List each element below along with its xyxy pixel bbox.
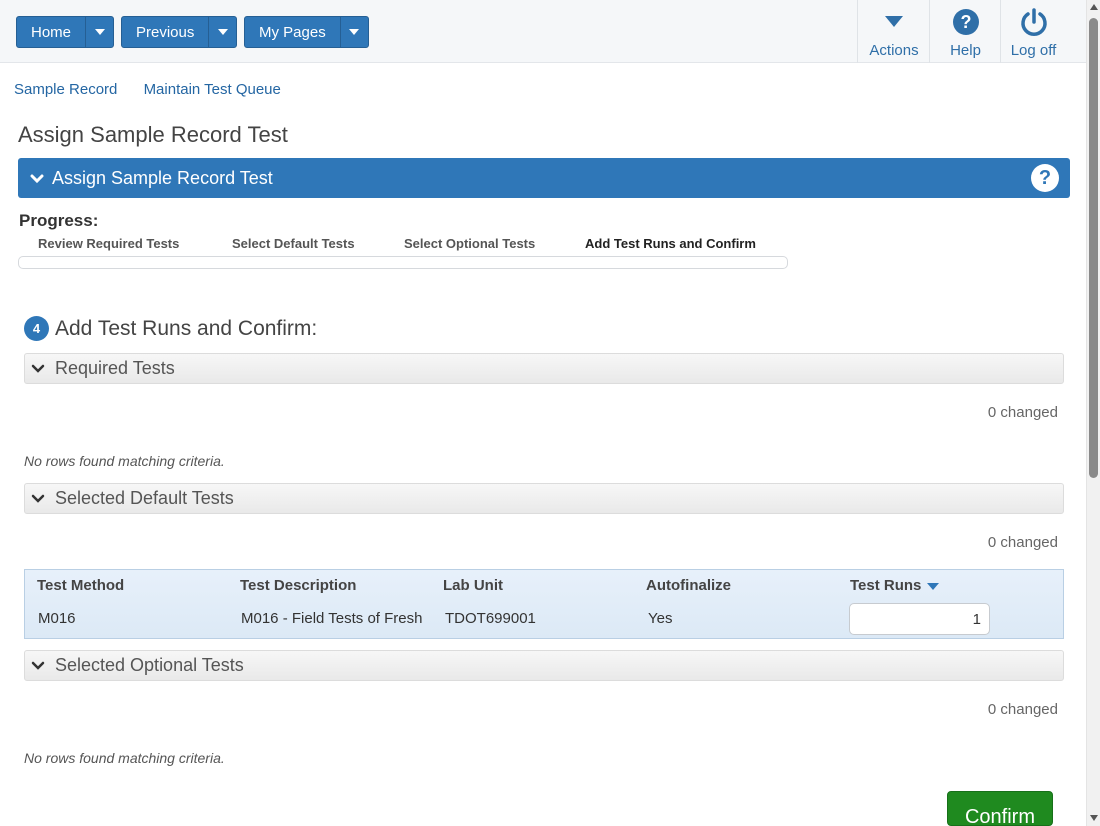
help-label: Help [950, 42, 981, 59]
default-tests-title: Selected Default Tests [55, 488, 234, 508]
step-title: Add Test Runs and Confirm: [55, 316, 318, 340]
optional-tests-section[interactable]: Selected Optional Tests [24, 650, 1064, 681]
progress-label: Progress: [19, 211, 99, 230]
previous-button-label: Previous [136, 23, 195, 41]
logoff-button[interactable]: Log off [1000, 0, 1066, 63]
help-icon: ? [952, 4, 980, 40]
step-select-default-tests: Select Default Tests [232, 236, 355, 251]
step-number-badge: 4 [24, 316, 49, 341]
logoff-label: Log off [1010, 42, 1057, 59]
chevron-down-icon [31, 358, 45, 379]
scroll-down-arrow-icon[interactable] [1090, 815, 1098, 821]
scroll-up-arrow-icon[interactable] [1090, 4, 1098, 10]
step-add-test-runs: Add Test Runs and Confirm [585, 236, 756, 251]
my-pages-dropdown-toggle[interactable] [339, 17, 368, 47]
column-test-description[interactable]: Test Description [240, 577, 356, 594]
step-review-required-tests: Review Required Tests [38, 236, 180, 251]
breadcrumb-maintain-test-queue[interactable]: Maintain Test Queue [144, 81, 281, 98]
cell-autofinalize: Yes [648, 610, 673, 627]
column-test-method[interactable]: Test Method [37, 577, 124, 594]
cell-lab-unit: TDOT699001 [445, 610, 536, 627]
step-heading: 4 Add Test Runs and Confirm: [24, 316, 317, 341]
optional-tests-title: Selected Optional Tests [55, 655, 244, 675]
caret-down-icon [349, 29, 360, 35]
previous-button[interactable]: Previous [121, 16, 238, 48]
required-tests-section[interactable]: Required Tests [24, 353, 1064, 384]
previous-dropdown-toggle[interactable] [208, 17, 236, 47]
default-tests-section[interactable]: Selected Default Tests [24, 483, 1064, 514]
progress-bar [18, 256, 788, 269]
home-button[interactable]: Home [16, 16, 115, 48]
optional-empty-message: No rows found matching criteria. [24, 750, 225, 766]
vertical-scrollbar[interactable] [1086, 0, 1100, 826]
power-icon [1019, 4, 1049, 40]
help-button[interactable]: ? Help [929, 0, 1001, 63]
my-pages-button[interactable]: My Pages [244, 16, 369, 48]
chevron-down-icon [30, 168, 44, 189]
my-pages-button-label: My Pages [259, 23, 326, 41]
caret-down-icon [885, 4, 903, 40]
optional-changed-count: 0 changed [987, 701, 1058, 718]
home-dropdown-toggle[interactable] [85, 17, 113, 47]
confirm-button[interactable]: Confirm [947, 791, 1053, 826]
column-test-runs-label: Test Runs [850, 577, 922, 594]
column-lab-unit[interactable]: Lab Unit [443, 577, 503, 594]
cell-test-method: M016 [38, 610, 76, 627]
column-autofinalize[interactable]: Autofinalize [646, 577, 731, 594]
actions-label: Actions [869, 42, 919, 59]
sort-descending-icon [927, 582, 940, 590]
chevron-down-icon [31, 655, 45, 676]
cell-test-description: M016 - Field Tests of Fresh [241, 610, 423, 627]
svg-text:?: ? [960, 12, 971, 32]
required-empty-message: No rows found matching criteria. [24, 453, 225, 469]
actions-menu[interactable]: Actions [857, 0, 930, 63]
default-changed-count: 0 changed [987, 534, 1058, 551]
chevron-down-icon [31, 488, 45, 509]
caret-down-icon [217, 29, 228, 35]
caret-down-icon [94, 29, 105, 35]
assign-panel-header[interactable]: Assign Sample Record Test ? [18, 158, 1070, 198]
required-tests-title: Required Tests [55, 358, 175, 378]
top-bar: Home Previous My Pages Actions ? Help Lo… [0, 0, 1086, 63]
scrollbar-thumb[interactable] [1089, 18, 1098, 478]
breadcrumb: Sample Record Maintain Test Queue [14, 81, 303, 98]
test-runs-input[interactable] [849, 603, 990, 635]
panel-title: Assign Sample Record Test [52, 167, 273, 188]
panel-help-icon[interactable]: ? [1031, 164, 1059, 192]
column-test-runs[interactable]: Test Runs [850, 577, 940, 594]
required-changed-count: 0 changed [987, 404, 1058, 421]
home-button-label: Home [31, 23, 72, 41]
page-title: Assign Sample Record Test [18, 122, 288, 147]
step-select-optional-tests: Select Optional Tests [404, 236, 536, 251]
default-tests-grid: Test Method Test Description Lab Unit Au… [24, 569, 1064, 639]
breadcrumb-sample-record[interactable]: Sample Record [14, 81, 117, 98]
